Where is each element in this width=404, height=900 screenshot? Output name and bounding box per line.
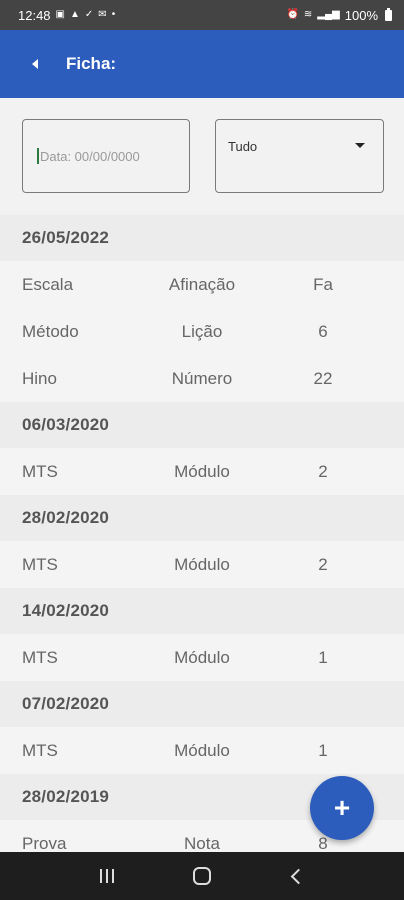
item-value: 1 [318,740,328,760]
back-arrow-icon [32,59,38,69]
dropdown-arrow-icon [355,143,365,148]
item-type: Prova [22,833,67,853]
battery-percent: 100% [344,7,378,23]
image-icon: ▣ [55,9,65,20]
date-header: 26/05/2022 [0,215,404,261]
signal-icon: ▂▄▆ [317,9,340,20]
item-type: Escala [22,274,74,294]
item-type: MTS [22,554,58,574]
date-input[interactable] [40,148,180,164]
item-value: 2 [318,554,328,574]
mail-icon: ✉ [98,9,107,20]
recent-apps-button[interactable] [87,856,127,896]
item-value: Fa [313,274,333,294]
plus-icon: + [333,792,351,823]
app-bar: Ficha: [0,30,404,98]
back-icon [290,868,307,884]
recent-apps-icon [100,869,115,883]
status-bar: 12:48 ▣ ▲ ✓ ✉ • ⏰ ≋ ▂▄▆ 100% [0,0,404,30]
status-time: 12:48 [18,7,51,23]
alert-icon: ▲ [70,9,80,20]
date-field[interactable] [22,119,190,193]
date-header: 28/02/2020 [0,495,404,541]
list-item[interactable]: Escala Afinação Fa [0,261,404,308]
text-cursor [37,148,39,164]
status-right: ⏰ ≋ ▂▄▆ 100% [286,7,392,23]
item-field: Módulo [174,740,230,760]
item-type: MTS [22,461,58,481]
list-item[interactable]: MTS Módulo 1 [0,727,404,774]
item-field: Lição [181,321,223,341]
item-value: 6 [318,321,328,341]
home-icon [192,867,211,885]
date-header: 14/02/2020 [0,588,404,634]
item-field: Módulo [174,554,230,574]
list-item[interactable]: Método Lição 6 [0,308,404,355]
wifi-icon: ≋ [303,9,313,20]
item-type: Hino [22,368,57,388]
page-title: Ficha: [66,54,117,73]
dot-icon: • [111,9,116,20]
item-type: MTS [22,647,58,667]
item-field: Módulo [174,461,230,481]
item-field: Número [171,368,233,388]
filter-select-value: Tudo [228,139,258,154]
list-item[interactable]: MTS Módulo 2 [0,541,404,588]
alarm-icon: ⏰ [286,9,299,20]
battery-icon [385,7,392,21]
list-item[interactable]: MTS Módulo 1 [0,634,404,681]
list-item[interactable]: MTS Módulo 2 [0,448,404,495]
item-value: 1 [318,647,328,667]
home-button[interactable] [182,856,222,896]
date-header: 07/02/2020 [0,681,404,727]
status-left: 12:48 ▣ ▲ ✓ ✉ • [18,8,115,23]
filters: Tudo [22,118,384,194]
item-type: MTS [22,740,58,760]
item-field: Nota [184,833,220,853]
filter-select[interactable]: Tudo [215,119,384,193]
back-button[interactable] [20,49,50,79]
date-header: 06/03/2020 [0,402,404,448]
record-list: 26/05/2022 Escala Afinação Fa Método Liç… [0,215,404,867]
item-field: Afinação [168,274,236,294]
item-value: 22 [313,368,333,388]
add-record-button[interactable]: + [310,776,374,840]
system-nav-bar [0,852,404,900]
item-type: Método [22,321,79,341]
check-icon: ✓ [84,9,94,20]
item-value: 2 [318,461,328,481]
item-field: Módulo [174,647,230,667]
list-item[interactable]: Hino Número 22 [0,355,404,402]
item-value: 8 [318,833,328,853]
system-back-button[interactable] [277,856,317,896]
